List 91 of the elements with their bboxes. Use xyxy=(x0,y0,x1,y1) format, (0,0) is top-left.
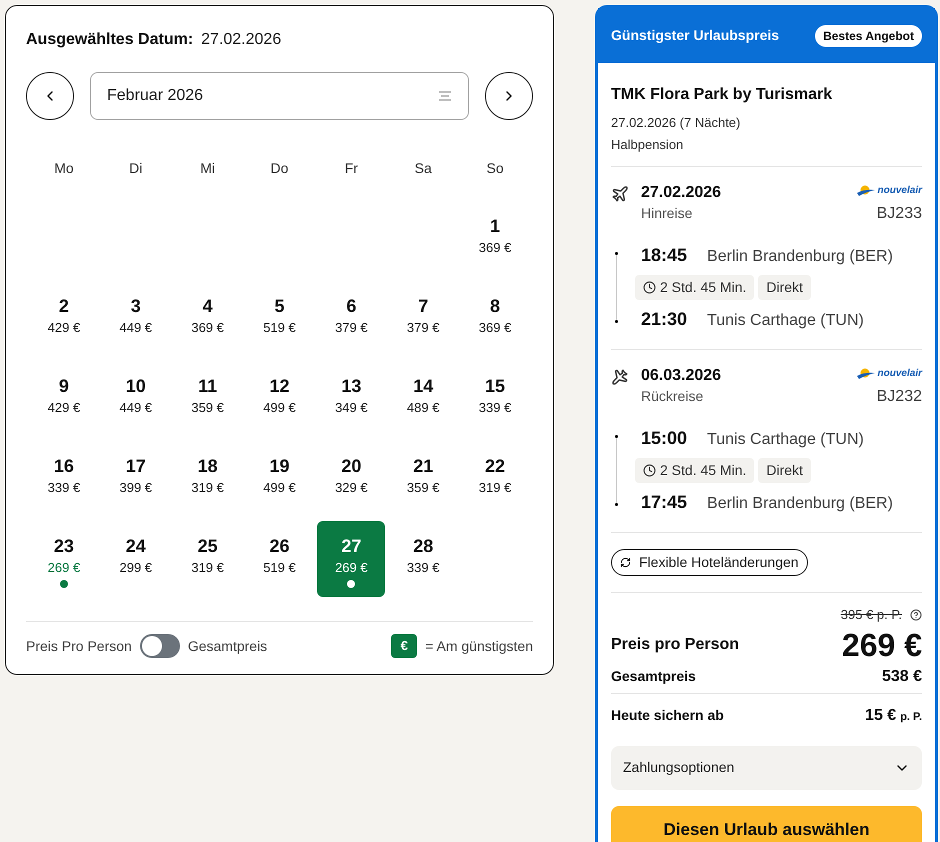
cheapest-badge: € xyxy=(391,634,418,658)
clock-icon xyxy=(643,464,656,477)
calendar-day[interactable]: 3 449 € xyxy=(102,281,170,357)
weekday-label: Sa xyxy=(414,159,433,178)
board-type: Halbpension xyxy=(611,136,684,154)
calendar-day[interactable]: 4 369 € xyxy=(174,281,242,357)
hotel-name: TMK Flora Park by Turismark xyxy=(611,85,834,105)
calendar-day[interactable]: 2 429 € xyxy=(30,281,98,357)
calendar-day[interactable]: 5 519 € xyxy=(245,281,314,357)
arrival-airport: Berlin Brandenburg (BER) xyxy=(707,494,893,514)
weekday-label: Fr xyxy=(344,159,359,178)
toggle-left-label: Preis Pro Person xyxy=(26,636,132,656)
calendar-day[interactable]: 24 299 € xyxy=(102,521,170,597)
month-text: Februar 2026 xyxy=(107,86,204,106)
refresh-icon xyxy=(620,557,631,568)
duration-text: 2 Std. 45 Min. xyxy=(660,461,746,480)
calendar-day[interactable]: 9 429 € xyxy=(30,361,98,437)
total-value: 538 € xyxy=(882,666,922,686)
old-price: 395 € p. P. xyxy=(840,606,902,624)
calendar-day[interactable]: 27 269 € xyxy=(317,521,386,597)
clock-icon xyxy=(643,281,656,294)
weekday-label: Di xyxy=(128,159,144,178)
total-label: Gesamtpreis xyxy=(611,667,696,686)
feature-chip: Flexible Hoteländerungen xyxy=(611,549,808,576)
deposit-value: 15 € xyxy=(865,706,896,726)
calendar-day[interactable]: 18 319 € xyxy=(174,441,242,517)
stay-dates: 27.02.2026 (7 Nächte) xyxy=(611,114,742,132)
calendar-day[interactable]: 26 519 € xyxy=(245,521,314,597)
weekday-label: Mo xyxy=(53,159,75,178)
calendar-day[interactable]: 6 379 € xyxy=(317,281,386,357)
calendar-day[interactable]: 15 339 € xyxy=(461,361,530,437)
calendar-day[interactable]: 22 319 € xyxy=(461,441,530,517)
calendar-day[interactable]: 14 489 € xyxy=(389,361,458,437)
deposit-unit: p. P. xyxy=(900,710,922,724)
calendar-day[interactable]: 28 339 € xyxy=(389,521,458,597)
flight-direction: Hinreise xyxy=(641,204,694,223)
calendar-day[interactable]: 20 329 € xyxy=(317,441,386,517)
plane-icon xyxy=(611,185,629,203)
calendar-day[interactable]: 23 269 € xyxy=(30,521,98,597)
plane-icon xyxy=(611,368,629,386)
departure-airport: Tunis Carthage (TUN) xyxy=(707,430,864,450)
calendar-day[interactable]: 13 349 € xyxy=(317,361,386,437)
flight-direction: Rückreise xyxy=(641,387,704,406)
calendar-day[interactable]: 8 369 € xyxy=(461,281,530,357)
weekday-label: Do xyxy=(270,159,290,178)
selected-date-value: 27.02.2026 xyxy=(201,30,282,50)
flight-date: 27.02.2026 xyxy=(641,183,722,203)
calendar-day[interactable]: 10 449 € xyxy=(102,361,170,437)
calendar-day[interactable]: 12 499 € xyxy=(245,361,314,437)
departure-time: 18:45 xyxy=(641,244,688,267)
swoosh-icon xyxy=(856,184,876,196)
deposit-label: Heute sichern ab xyxy=(611,706,724,725)
toggle-right-label: Gesamtpreis xyxy=(188,636,268,656)
calendar-day[interactable]: 25 319 € xyxy=(174,521,242,597)
select-vacation-button[interactable]: Diesen Urlaub auswählen xyxy=(611,806,922,842)
legend-text: = Am günstigsten xyxy=(425,636,533,656)
next-month-button[interactable] xyxy=(485,72,533,120)
stops-tag: Direkt xyxy=(758,458,811,483)
selected-date-label: Ausgewähltes Datum: xyxy=(26,30,194,50)
price-toggle[interactable] xyxy=(140,634,180,658)
arrival-time: 17:45 xyxy=(641,491,688,514)
help-icon xyxy=(910,608,922,621)
departure-airport: Berlin Brandenburg (BER) xyxy=(707,247,893,267)
arrival-time: 21:30 xyxy=(641,308,688,331)
flight-number: BJ232 xyxy=(876,387,922,407)
best-offer-badge: Bestes Angebot xyxy=(815,24,922,46)
airline-logo: nouvelair xyxy=(856,183,922,198)
flight-number: BJ233 xyxy=(876,204,922,224)
calendar-day[interactable]: 21 359 € xyxy=(389,441,458,517)
arrival-airport: Tunis Carthage (TUN) xyxy=(707,311,864,331)
airline-logo: nouvelair xyxy=(856,366,922,381)
price-label: Preis pro Person xyxy=(611,634,740,654)
calendar-day[interactable]: 7 379 € xyxy=(389,281,458,357)
calendar-day[interactable]: 11 359 € xyxy=(174,361,242,437)
weekday-label: Mi xyxy=(199,159,216,178)
offer-header-title: Günstigster Urlaubspreis xyxy=(611,26,780,45)
payment-options-dropdown[interactable]: Zahlungsoptionen xyxy=(611,746,922,790)
stops-tag: Direkt xyxy=(758,275,811,300)
month-select[interactable]: Februar 2026 xyxy=(90,72,469,120)
swoosh-icon xyxy=(856,368,876,380)
calendar-day[interactable]: 16 339 € xyxy=(30,441,98,517)
previous-month-button[interactable] xyxy=(26,72,74,120)
calendar-day[interactable]: 1 369 € xyxy=(461,201,530,277)
flight-date: 06.03.2026 xyxy=(641,366,722,386)
duration-text: 2 Std. 45 Min. xyxy=(660,278,746,297)
weekday-label: So xyxy=(486,159,505,178)
calendar-day[interactable]: 17 399 € xyxy=(102,441,170,517)
calendar-day[interactable]: 19 499 € xyxy=(245,441,314,517)
departure-time: 15:00 xyxy=(641,427,688,450)
price-value: 269 € xyxy=(842,626,922,664)
filter-lines-icon xyxy=(438,90,452,102)
